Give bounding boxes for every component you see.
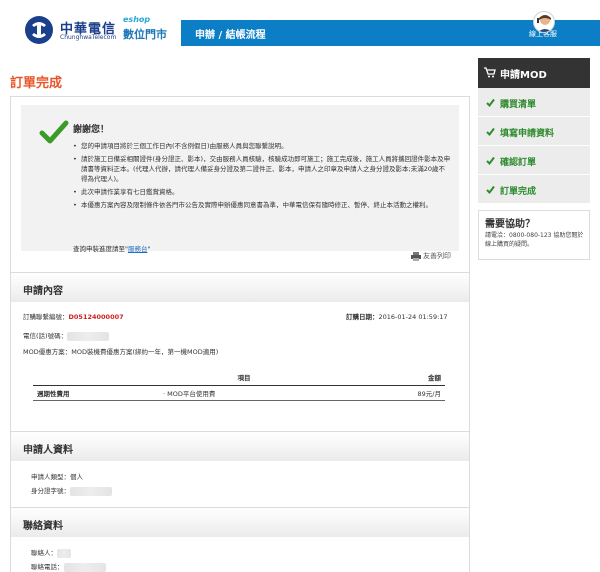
section-title: 申請內容 bbox=[23, 286, 63, 297]
help-title: 需要協助？ bbox=[485, 219, 535, 230]
progress-tail: " bbox=[147, 245, 151, 253]
cart-icon bbox=[484, 67, 496, 78]
redacted-value bbox=[57, 548, 71, 558]
service-desk-link[interactable]: 服務台 bbox=[128, 245, 148, 253]
step-label: 確認訂單 bbox=[500, 158, 537, 168]
applicant-type-label: 申請人類型： bbox=[31, 473, 70, 481]
phone-number-row: 電信(話)號碼： bbox=[23, 330, 110, 341]
printer-icon bbox=[411, 251, 421, 261]
step-fill-application[interactable]: 填寫申請資料 bbox=[478, 117, 590, 146]
applicant-type-value: 個人 bbox=[70, 473, 83, 481]
redacted-value bbox=[67, 331, 110, 341]
step-label: 填寫申請資料 bbox=[500, 129, 555, 139]
fee-amount: 89元/月 bbox=[365, 385, 445, 401]
notice-item: 請於施工日備妥相關證件(身分證正、影本)，交由服務人員核驗，核驗成功即可施工；施… bbox=[73, 154, 451, 184]
site-header: 中華電信 ChunghwaTelecom eshop 數位門市 申辦 / 結帳流… bbox=[0, 0, 600, 48]
order-number-label: 訂購聯繫編號： bbox=[23, 313, 69, 321]
order-number: D05124000007 bbox=[68, 313, 124, 321]
step-label: 訂單完成 bbox=[500, 187, 537, 197]
print-label: 友善列印 bbox=[423, 252, 451, 260]
contact-person-row: 聯絡人： bbox=[31, 547, 71, 558]
sidebar-header-label: 申請MOD bbox=[500, 70, 547, 81]
table-header-row: 項目 金額 bbox=[33, 369, 445, 386]
progress-sidebar: 申請MOD 購買清單 填寫申請資料 確認訂單 訂單完成 需要協助？ 請電洽：08… bbox=[478, 58, 590, 260]
help-box: 需要協助？ 請電洽：0800-080-123 協助您閱於線上購買的疑問。 bbox=[478, 210, 590, 260]
progress-query-line: 查詢申裝進度請至"服務台" bbox=[73, 243, 151, 253]
fee-item: · MOD平台使用費 bbox=[123, 385, 365, 401]
plan-value: MOD裝機費優惠方案(綁約一年，第一機MOD適用) bbox=[71, 348, 219, 356]
eshop-tag[interactable]: eshop bbox=[123, 15, 150, 24]
notice-item: 您的申請項目將於三個工作日內(不含例假日)由服務人員與您聯繫說明。 bbox=[73, 141, 451, 151]
applicant-section-header: 申請人資料 bbox=[11, 431, 469, 461]
step-shopping-list[interactable]: 購買清單 bbox=[478, 88, 590, 117]
id-number-label: 身分證字號： bbox=[31, 487, 70, 495]
notice-item: 本優惠方案內容及限制條件依各門市公告及實際申辦優惠同意書為準，中華電信保有隨時修… bbox=[73, 200, 451, 210]
id-number-row: 身分證字號： bbox=[31, 485, 112, 496]
success-check-icon bbox=[39, 120, 69, 144]
order-number-row: 訂購聯繫編號：D05124000007 bbox=[23, 311, 124, 321]
service-agent-avatar-icon[interactable] bbox=[533, 11, 555, 33]
order-date-row: 訂購日期：2016-01-24 01:59:17 bbox=[346, 311, 448, 321]
col-amount-header: 金額 bbox=[365, 369, 445, 386]
sidebar-header: 申請MOD bbox=[478, 58, 590, 88]
redacted-value bbox=[63, 562, 106, 572]
phone-number-label: 電信(話)號碼： bbox=[23, 332, 68, 340]
page-title: 訂單完成 bbox=[10, 76, 63, 91]
order-date-label: 訂購日期： bbox=[346, 313, 379, 321]
notice-list: 您的申請項目將於三個工作日內(不含例假日)由服務人員與您聯繫說明。 請於施工日備… bbox=[73, 141, 451, 213]
check-icon bbox=[486, 156, 495, 165]
fee-category: 週期性費用 bbox=[33, 385, 123, 401]
print-button[interactable]: 友善列印 bbox=[411, 251, 451, 261]
thanks-message-box: 謝謝您！ 您的申請項目將於三個工作日內(不含例假日)由服務人員與您聯繫說明。 請… bbox=[21, 105, 459, 253]
applicant-type-row: 申請人類型：個人 bbox=[31, 471, 83, 481]
check-icon bbox=[486, 98, 495, 107]
plan-label: MOD優惠方案： bbox=[23, 348, 72, 356]
order-date: 2016-01-24 01:59:17 bbox=[378, 313, 448, 321]
plan-row: MOD優惠方案：MOD裝機費優惠方案(綁約一年，第一機MOD適用) bbox=[23, 346, 218, 356]
section-title: 聯絡資料 bbox=[23, 521, 63, 532]
step-label: 購買清單 bbox=[500, 100, 537, 110]
notice-item: 此次申請作業享有七日鑑賞資格。 bbox=[73, 187, 451, 197]
col-item-header: 項目 bbox=[123, 369, 365, 386]
check-icon bbox=[486, 127, 495, 136]
thanks-section: 謝謝您！ 您的申請項目將於三個工作日內(不含例假日)由服務人員與您聯繫說明。 請… bbox=[11, 97, 469, 267]
step-confirm-order[interactable]: 確認訂單 bbox=[478, 146, 590, 175]
step-order-complete[interactable]: 訂單完成 bbox=[478, 175, 590, 204]
nav-title: 申辦 / 結帳流程 bbox=[195, 30, 266, 41]
table-row: 週期性費用 · MOD平台使用費 89元/月 bbox=[33, 385, 445, 401]
redacted-value bbox=[70, 486, 112, 496]
brand-name-en: ChunghwaTelecom bbox=[60, 34, 117, 41]
help-text: 請電洽：0800-080-123 協助您閱於線上購買的疑問。 bbox=[485, 232, 584, 248]
thanks-title: 謝謝您！ bbox=[73, 125, 110, 135]
fee-table: 項目 金額 週期性費用 · MOD平台使用費 89元/月 bbox=[33, 369, 445, 401]
contact-phone-label: 聯絡電話： bbox=[31, 563, 64, 571]
check-icon bbox=[486, 185, 495, 194]
eshop-name[interactable]: 數位門市 bbox=[123, 26, 167, 42]
contact-phone-row: 聯絡電話： bbox=[31, 561, 106, 572]
contact-person-label: 聯絡人： bbox=[31, 549, 57, 557]
section-title: 申請人資料 bbox=[23, 445, 73, 456]
application-section-header: 申請內容 bbox=[11, 272, 469, 302]
progress-text: 查詢申裝進度請至" bbox=[73, 245, 128, 253]
contact-section-header: 聯絡資料 bbox=[11, 507, 469, 537]
chunghwa-logo-icon[interactable] bbox=[24, 15, 54, 45]
order-complete-panel: 謝謝您！ 您的申請項目將於三個工作日內(不含例假日)由服務人員與您聯繫說明。 請… bbox=[10, 96, 470, 572]
